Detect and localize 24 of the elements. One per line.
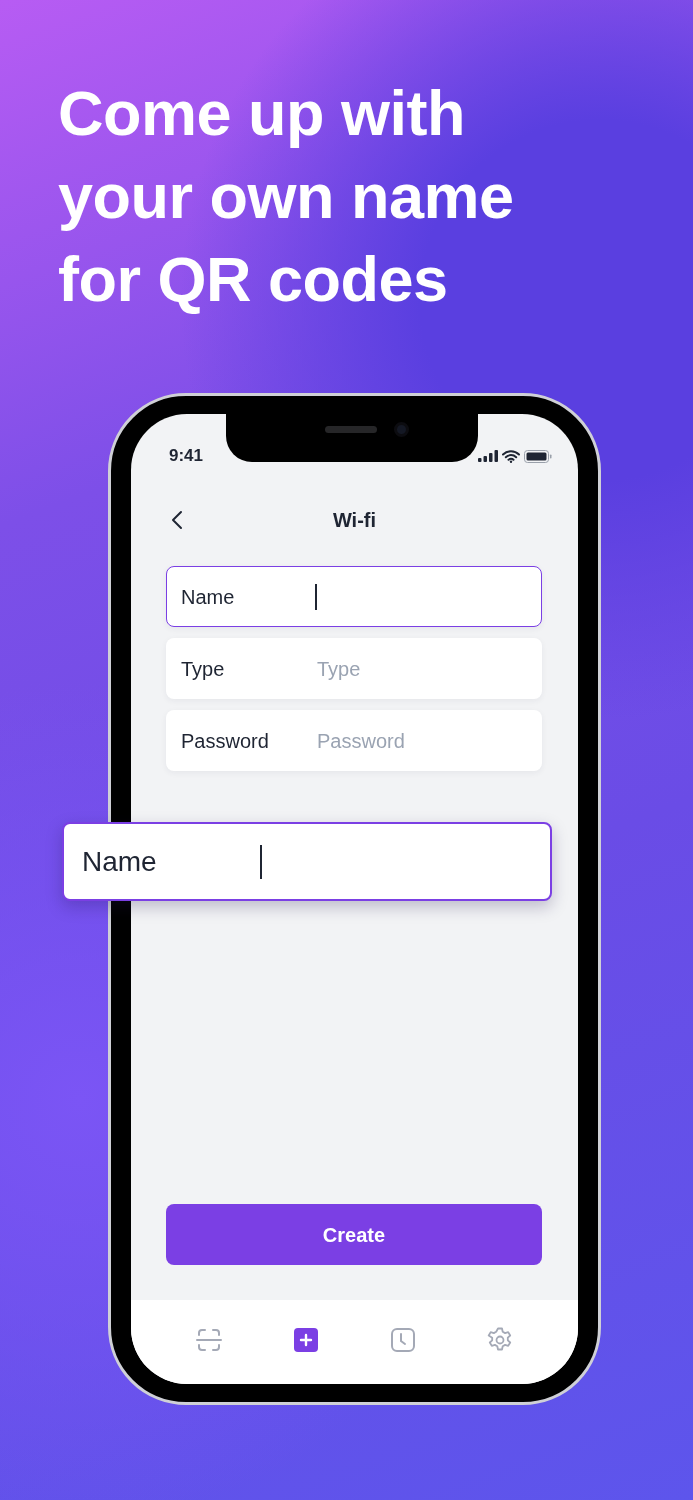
clock-icon[interactable] — [389, 1327, 416, 1353]
wifi-icon — [502, 449, 520, 463]
headline: Come up with your own name for QR codes — [57, 77, 515, 316]
back-icon[interactable] — [171, 510, 183, 530]
create-button[interactable]: Create — [166, 1204, 542, 1265]
form-field[interactable]: Password Password — [166, 710, 542, 771]
form-field[interactable]: Type Type — [166, 638, 542, 699]
input-field[interactable]: Password — [315, 724, 527, 757]
plus-icon[interactable] — [293, 1327, 320, 1353]
settings-icon[interactable] — [486, 1327, 513, 1353]
field-label: Name — [82, 844, 158, 879]
battery-icon — [524, 449, 552, 463]
field-label: Name — [181, 584, 236, 610]
status-time: 9:41 — [169, 445, 204, 468]
field-label: Type — [181, 656, 226, 682]
input-field[interactable]: Type — [315, 652, 527, 685]
scan-icon[interactable] — [196, 1327, 223, 1353]
text-cursor — [260, 844, 262, 879]
screen-title: Wi-fi — [332, 508, 377, 533]
field-label: Password — [181, 728, 270, 754]
text-cursor — [315, 583, 317, 610]
form-field[interactable]: Name — [166, 566, 542, 627]
name-field-callout[interactable]: Name — [62, 822, 552, 901]
signal-icon — [478, 450, 498, 462]
